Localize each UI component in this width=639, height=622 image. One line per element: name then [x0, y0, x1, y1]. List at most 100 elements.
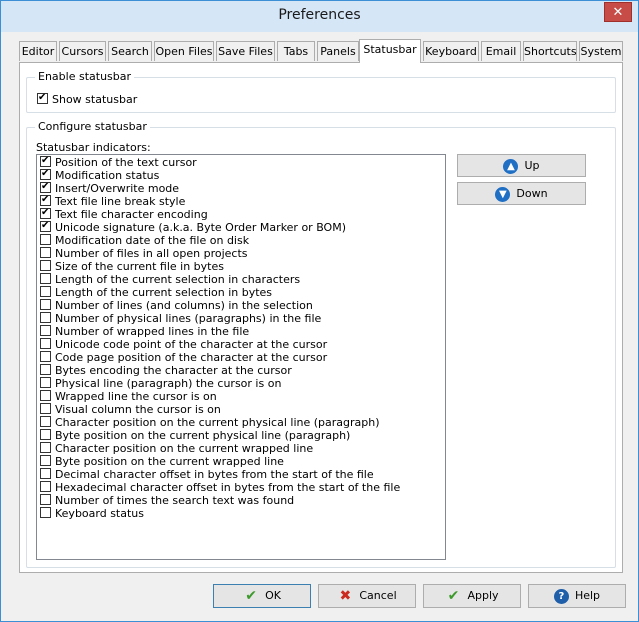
indicator-label: Number of wrapped lines in the file [55, 325, 250, 338]
indicator-item[interactable]: Wrapped line the cursor is on [40, 390, 217, 403]
arrow-down-icon: ▼ [495, 186, 511, 202]
indicator-checkbox[interactable] [40, 481, 51, 492]
indicator-label: Unicode code point of the character at t… [55, 338, 328, 351]
indicator-item[interactable]: Size of the current file in bytes [40, 260, 224, 273]
tab-bar: Editor Cursors Search Open Files Save Fi… [19, 39, 623, 63]
indicator-item[interactable]: Bytes encoding the character at the curs… [40, 364, 292, 377]
indicators-listbox[interactable]: Position of the text cursorModification … [36, 154, 446, 560]
tab-email[interactable]: Email [481, 41, 521, 61]
checkmark-icon: ✔ [245, 588, 257, 604]
down-button[interactable]: ▼ Down [457, 182, 586, 205]
tab-save-files[interactable]: Save Files [216, 41, 275, 61]
indicator-item[interactable]: Number of times the search text was foun… [40, 494, 294, 507]
indicator-item[interactable]: Code page position of the character at t… [40, 351, 327, 364]
indicator-item[interactable]: Visual column the cursor is on [40, 403, 221, 416]
indicator-item[interactable]: Text file line break style [40, 195, 185, 208]
indicator-item[interactable]: Insert/Overwrite mode [40, 182, 179, 195]
indicator-item[interactable]: Unicode signature (a.k.a. Byte Order Mar… [40, 221, 346, 234]
indicator-item[interactable]: Number of files in all open projects [40, 247, 248, 260]
indicator-label: Hexadecimal character offset in bytes fr… [55, 481, 401, 494]
indicator-checkbox[interactable] [40, 273, 51, 284]
indicator-item[interactable]: Position of the text cursor [40, 156, 197, 169]
indicator-label: Visual column the cursor is on [55, 403, 221, 416]
tab-cursors[interactable]: Cursors [59, 41, 106, 61]
indicator-item[interactable]: Character position on the current wrappe… [40, 442, 313, 455]
indicator-item[interactable]: Modification status [40, 169, 159, 182]
indicator-item[interactable]: Physical line (paragraph) the cursor is … [40, 377, 281, 390]
indicator-item[interactable]: Byte position on the current physical li… [40, 429, 350, 442]
indicator-checkbox[interactable] [40, 169, 51, 180]
indicator-item[interactable]: Decimal character offset in bytes from t… [40, 468, 374, 481]
indicator-checkbox[interactable] [40, 468, 51, 479]
enable-statusbar-group-title: Enable statusbar [35, 70, 135, 83]
up-button[interactable]: ▲ Up [457, 154, 586, 177]
show-statusbar-checkbox[interactable]: Show statusbar [37, 93, 137, 106]
indicator-label: Physical line (paragraph) the cursor is … [55, 377, 282, 390]
configure-statusbar-group-title: Configure statusbar [35, 120, 150, 133]
show-statusbar-label: Show statusbar [52, 93, 138, 106]
close-button[interactable]: ✕ [604, 2, 632, 22]
indicator-label: Bytes encoding the character at the curs… [55, 364, 292, 377]
apply-button-label: Apply [467, 589, 499, 602]
indicator-checkbox[interactable] [40, 364, 51, 375]
title-bar[interactable]: Preferences ✕ [1, 1, 638, 32]
indicator-checkbox[interactable] [40, 325, 51, 336]
indicator-item[interactable]: Modification date of the file on disk [40, 234, 249, 247]
indicator-item[interactable]: Hexadecimal character offset in bytes fr… [40, 481, 400, 494]
indicator-item[interactable]: Length of the current selection in chara… [40, 273, 300, 286]
indicator-checkbox[interactable] [40, 247, 51, 258]
show-statusbar-checkbox-box[interactable] [37, 93, 48, 104]
indicator-item[interactable]: Number of wrapped lines in the file [40, 325, 249, 338]
indicator-checkbox[interactable] [40, 221, 51, 232]
indicator-item[interactable]: Number of lines (and columns) in the sel… [40, 299, 313, 312]
cancel-button[interactable]: ✖ Cancel [318, 584, 416, 608]
indicator-checkbox[interactable] [40, 234, 51, 245]
preferences-window: Preferences ✕ Editor Cursors Search Open… [0, 0, 639, 622]
indicator-item[interactable]: Keyboard status [40, 507, 144, 520]
indicator-checkbox[interactable] [40, 182, 51, 193]
tab-panels[interactable]: Panels [317, 41, 359, 61]
arrow-up-icon: ▲ [503, 158, 519, 174]
indicator-label: Modification date of the file on disk [55, 234, 250, 247]
indicator-label: Text file character encoding [55, 208, 208, 221]
ok-button[interactable]: ✔ OK [213, 584, 311, 608]
indicator-checkbox[interactable] [40, 455, 51, 466]
tab-search[interactable]: Search [108, 41, 152, 61]
indicator-label: Length of the current selection in chara… [55, 273, 301, 286]
indicator-checkbox[interactable] [40, 208, 51, 219]
indicator-item[interactable]: Byte position on the current wrapped lin… [40, 455, 284, 468]
tab-system[interactable]: System [579, 41, 623, 61]
indicator-item[interactable]: Unicode code point of the character at t… [40, 338, 327, 351]
indicator-checkbox[interactable] [40, 416, 51, 427]
indicator-checkbox[interactable] [40, 338, 51, 349]
indicator-item[interactable]: Length of the current selection in bytes [40, 286, 272, 299]
indicator-label: Code page position of the character at t… [55, 351, 328, 364]
indicator-checkbox[interactable] [40, 507, 51, 518]
apply-button[interactable]: ✔ Apply [423, 584, 521, 608]
indicator-checkbox[interactable] [40, 442, 51, 453]
indicator-checkbox[interactable] [40, 390, 51, 401]
indicator-checkbox[interactable] [40, 494, 51, 505]
indicator-item[interactable]: Text file character encoding [40, 208, 208, 221]
tab-keyboard[interactable]: Keyboard [423, 41, 479, 61]
tab-open-files[interactable]: Open Files [154, 41, 214, 61]
tab-statusbar[interactable]: Statusbar [359, 39, 421, 63]
indicator-checkbox[interactable] [40, 286, 51, 297]
indicator-checkbox[interactable] [40, 403, 51, 414]
indicator-checkbox[interactable] [40, 260, 51, 271]
tab-tabs[interactable]: Tabs [277, 41, 315, 61]
indicator-label: Wrapped line the cursor is on [55, 390, 217, 403]
indicator-checkbox[interactable] [40, 377, 51, 388]
tab-editor[interactable]: Editor [19, 41, 57, 61]
indicator-item[interactable]: Character position on the current physic… [40, 416, 380, 429]
checkmark-icon: ✔ [447, 588, 460, 604]
indicator-checkbox[interactable] [40, 351, 51, 362]
indicator-checkbox[interactable] [40, 299, 51, 310]
help-button[interactable]: ? Help [528, 584, 626, 608]
indicator-checkbox[interactable] [40, 312, 51, 323]
indicator-checkbox[interactable] [40, 429, 51, 440]
tab-shortcuts[interactable]: Shortcuts [523, 41, 577, 61]
indicator-item[interactable]: Number of physical lines (paragraphs) in… [40, 312, 321, 325]
indicator-checkbox[interactable] [40, 156, 51, 167]
indicator-checkbox[interactable] [40, 195, 51, 206]
